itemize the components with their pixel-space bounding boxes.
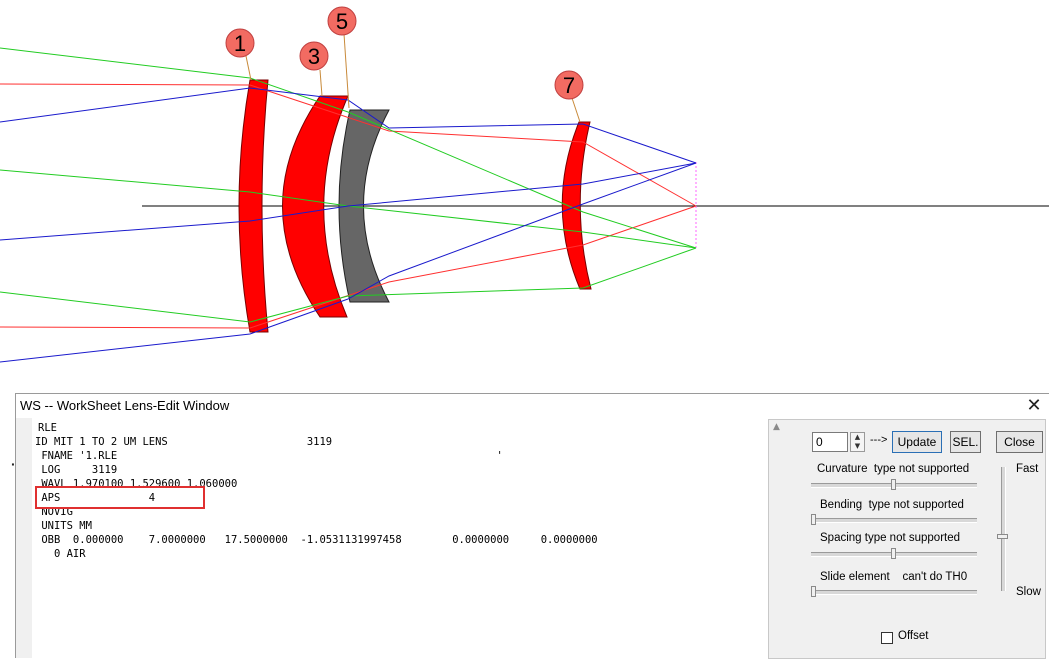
slide-element-slider-track[interactable] [811, 590, 977, 595]
speed-slider-thumb[interactable] [997, 534, 1008, 539]
svg-text:5: 5 [336, 9, 348, 34]
label-leaders [245, 33, 581, 123]
bending-slider-track[interactable] [811, 518, 977, 523]
offset-checkbox[interactable] [881, 632, 893, 644]
close-icon[interactable]: ✕ [1025, 396, 1043, 416]
element-label-3: 3 [299, 41, 329, 71]
editor-line: ID MIT 1 TO 2 UM LENS 3119 [35, 436, 333, 448]
curvature-label: Curvature type not supported [817, 463, 970, 475]
element-label-5: 5 [327, 6, 357, 36]
control-panel: ▲ ▲ ▼ ---> Update SEL. Close Curvature t… [768, 419, 1046, 659]
worksheet-lens-edit-window: WS -- WorkSheet Lens-Edit Window ✕ · RLE… [11, 393, 1049, 659]
svg-text:1: 1 [234, 31, 246, 56]
editor-line: LOG 3119 [35, 464, 118, 476]
partial-glyph: · [11, 456, 16, 472]
spacing-slider-thumb[interactable] [891, 548, 896, 559]
element-number-input[interactable] [812, 432, 848, 452]
speed-slider-track[interactable] [1001, 467, 1006, 591]
bending-label: Bending type not supported [820, 499, 964, 511]
element-label-1: 1 [225, 28, 255, 58]
curvature-slider-thumb[interactable] [891, 479, 896, 490]
editor-line: RLE [38, 422, 57, 434]
update-button[interactable]: Update [892, 431, 942, 453]
aps-highlight-box [35, 486, 205, 509]
slow-label: Slow [1016, 586, 1041, 598]
spacing-label: Spacing type not supported [820, 532, 961, 544]
offset-label: Offset [898, 630, 929, 642]
element-label-7: 7 [554, 70, 584, 100]
editor-line: 0 AIR [35, 548, 86, 560]
svg-text:3: 3 [308, 44, 320, 69]
lens-text-editor[interactable]: RLE ID MIT 1 TO 2 UM LENS 3119 FNAME '1.… [35, 418, 765, 658]
editor-line: UNITS MM [35, 520, 92, 532]
slide-element-label: Slide element can't do TH0 [820, 571, 968, 583]
spin-down-icon[interactable]: ▼ [851, 442, 864, 451]
arrow-label: ---> [870, 434, 888, 446]
editor-line: OBB 0.000000 7.0000000 17.5000000 -1.053… [35, 534, 598, 546]
collapse-caret-icon[interactable]: ▲ [773, 422, 780, 432]
svg-text:7: 7 [563, 73, 575, 98]
bending-slider-thumb[interactable] [811, 514, 816, 525]
left-gutter [16, 418, 32, 658]
close-button[interactable]: Close [996, 431, 1043, 453]
spin-up-icon[interactable]: ▲ [851, 433, 864, 442]
sel-button[interactable]: SEL. [950, 431, 981, 453]
editor-line: FNAME '1.RLE ' [35, 450, 503, 462]
lens-layout-diagram: 1 3 5 7 [0, 6, 1049, 363]
window-title: WS -- WorkSheet Lens-Edit Window [20, 398, 230, 413]
fast-label: Fast [1016, 463, 1039, 475]
spin-stepper[interactable]: ▲ ▼ [850, 432, 865, 452]
slide-element-slider-thumb[interactable] [811, 586, 816, 597]
